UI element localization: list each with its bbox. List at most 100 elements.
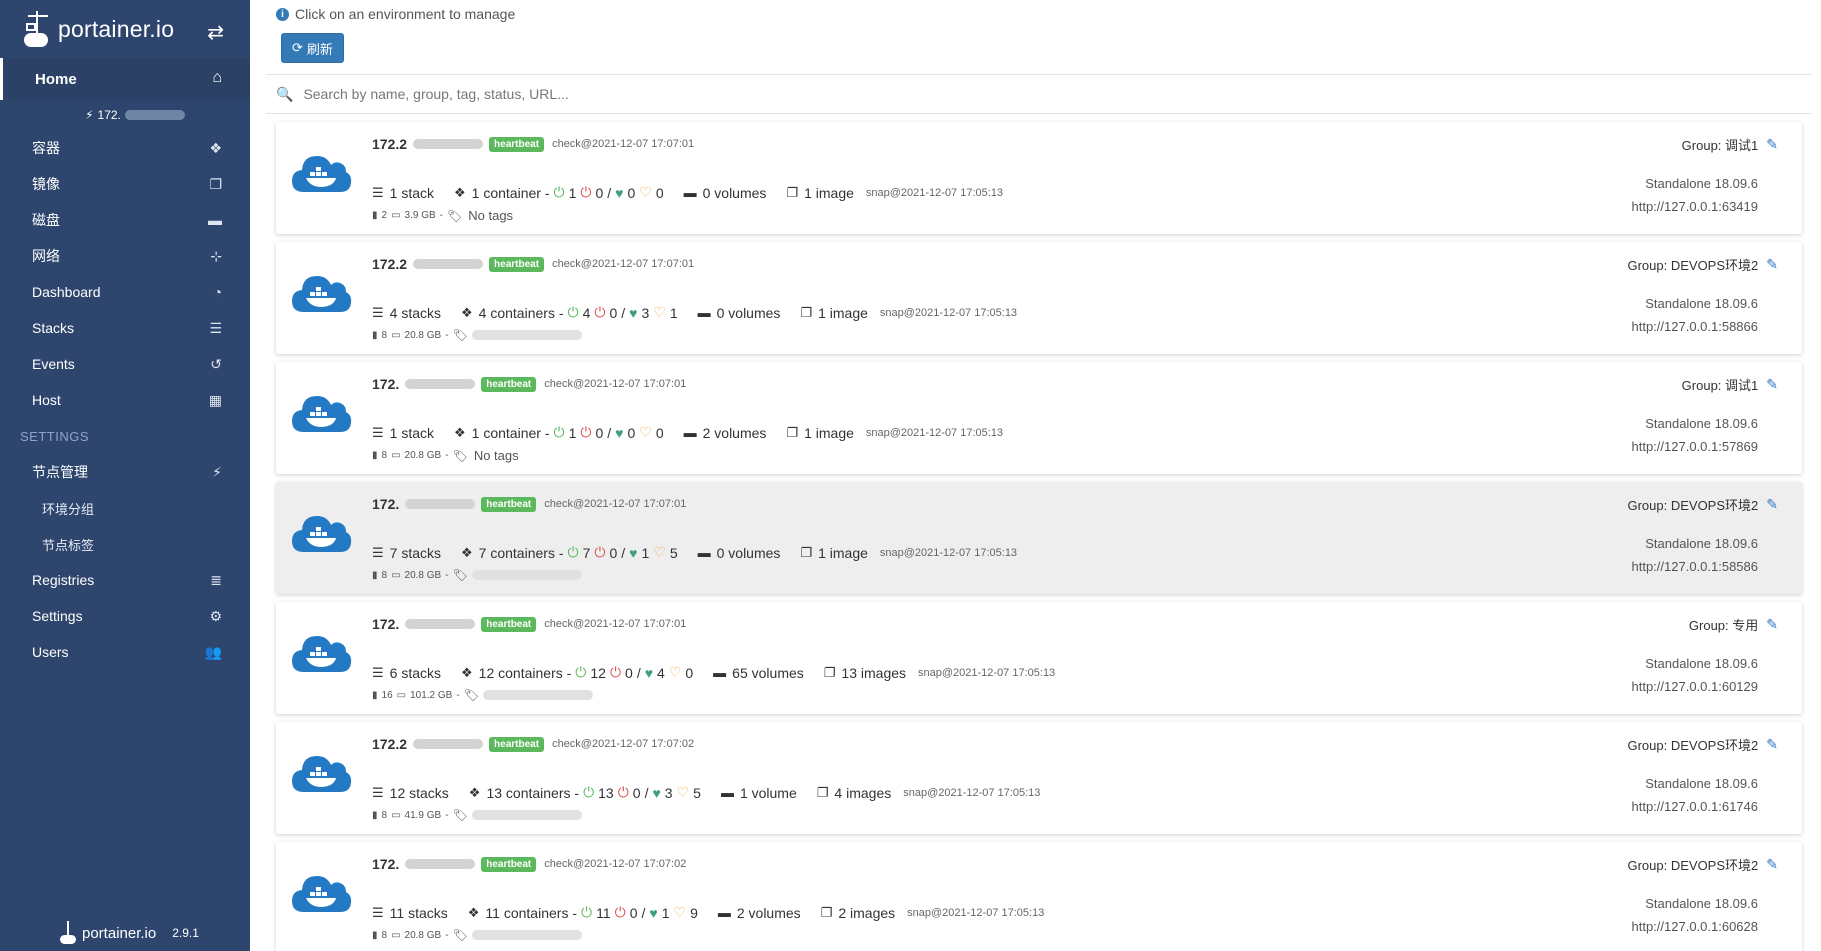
image-count: 4 images <box>834 784 892 801</box>
heartbeat-badge: heartbeat <box>489 256 545 272</box>
snapshot-time: snap@2021-12-07 17:05:13 <box>918 666 1056 679</box>
sidebar-item-stacks[interactable]: Stacks ☰ <box>0 310 250 346</box>
pencil-icon[interactable]: ✎ <box>1766 496 1778 513</box>
sidebar-item-label: Home <box>35 70 77 88</box>
memory-icon: ▭ <box>391 569 401 581</box>
sidebar-item-images[interactable]: 镜像 ❐ <box>0 166 250 202</box>
endpoint-card[interactable]: 172. heartbeat check@2021-12-07 17:07:01… <box>276 362 1802 474</box>
heart-unhealthy-icon: ♡ <box>673 904 687 920</box>
th-list-icon: ☰ <box>209 320 222 336</box>
running-count: 4 <box>582 304 591 321</box>
brand[interactable]: portainer.io ⇄ <box>0 0 250 58</box>
endpoint-card[interactable]: 172.2 heartbeat check@2021-12-07 17:07:0… <box>276 722 1802 834</box>
pencil-icon[interactable]: ✎ <box>1766 256 1778 273</box>
unhealthy-count: 1 <box>669 304 678 321</box>
endpoint-title: 172.2 heartbeat check@2021-12-07 17:07:0… <box>372 136 694 152</box>
endpoint-card[interactable]: 172. heartbeat check@2021-12-07 17:07:01… <box>276 602 1802 714</box>
cubes-icon: ❖ <box>468 784 481 800</box>
refresh-icon: ⟳ <box>292 40 303 55</box>
image-count: 2 images <box>838 904 896 921</box>
power-icon: ⏻ <box>553 184 565 200</box>
microchip-icon: ▮ <box>372 689 378 701</box>
endpoint-card[interactable]: 172.2 heartbeat check@2021-12-07 17:07:0… <box>276 242 1802 354</box>
redacted-text <box>413 139 484 149</box>
standalone-version: Standalone 18.09.6 <box>1645 536 1758 551</box>
endpoint-url: http://127.0.0.1:58866 <box>1631 319 1759 334</box>
heartbeat-badge: heartbeat <box>481 496 537 512</box>
endpoint-card[interactable]: 172. heartbeat check@2021-12-07 17:07:01… <box>276 482 1802 594</box>
endpoint-url: http://127.0.0.1:60129 <box>1631 679 1759 694</box>
endpoint-stats: ☰ 1 stack ❖ 1 container - ⏻ 1 ⏻ 0 / ♥ 0 … <box>372 184 1003 201</box>
search-input[interactable] <box>303 86 1704 102</box>
sidebar-item-label: Host <box>32 392 61 408</box>
container-count: 13 containers - <box>486 784 580 801</box>
snapshot-time: snap@2021-12-07 17:05:13 <box>879 546 1018 559</box>
tags-icon: 🏷 <box>452 448 468 463</box>
pencil-icon[interactable]: ✎ <box>1766 736 1778 753</box>
pencil-icon[interactable]: ✎ <box>1766 136 1778 153</box>
heartbeat-icon: ♥ <box>649 904 658 921</box>
clone-icon: ❐ <box>786 424 799 440</box>
container-count: 4 containers - <box>478 304 564 321</box>
microchip-icon: ▮ <box>372 450 378 461</box>
refresh-label: 刷新 <box>306 41 333 57</box>
sidebar-item-host[interactable]: Host ▦ <box>0 382 250 418</box>
power-off-icon: ⏻ <box>594 544 606 560</box>
microchip-icon: ▮ <box>372 569 378 581</box>
endpoint-name: 172. <box>372 856 400 872</box>
brand-name: portainer.io <box>58 15 175 42</box>
pencil-icon[interactable]: ✎ <box>1766 616 1778 633</box>
stopped-count: 0 <box>629 904 638 921</box>
sidebar-item-node-management[interactable]: 节点管理 ⚡ <box>0 454 250 490</box>
docker-cloud-icon <box>292 156 352 192</box>
endpoint-name: 172.2 <box>372 256 408 272</box>
endpoint-title: 172. heartbeat check@2021-12-07 17:07:01 <box>372 496 686 512</box>
heartbeat-icon: ♥ <box>615 424 624 441</box>
sidebar-item-node-tags[interactable]: 节点标签 <box>0 526 250 562</box>
th-list-icon: ☰ <box>372 904 384 920</box>
cubes-icon: ❖ <box>454 424 466 440</box>
hdd-icon: ▬ <box>683 185 697 200</box>
heartbeat-icon: ♥ <box>644 664 654 681</box>
separator: / <box>644 784 649 801</box>
pencil-icon[interactable]: ✎ <box>1766 376 1778 393</box>
endpoint-card[interactable]: 172.2 heartbeat check@2021-12-07 17:07:0… <box>276 122 1802 234</box>
endpoint-resources: ▮ 2 ▭ 3.9 GB - 🏷 No tags <box>372 208 513 223</box>
pencil-icon[interactable]: ✎ <box>1766 856 1778 873</box>
power-off-icon: ⏻ <box>594 304 606 320</box>
sidebar-item-settings[interactable]: Settings ⚙ <box>0 598 250 634</box>
sidebar-item-registries[interactable]: Registries ≣ <box>0 562 250 598</box>
sidebar-item-volumes[interactable]: 磁盘 ▬ <box>0 202 250 238</box>
search-icon: 🔍 <box>276 85 294 102</box>
endpoint-name: 172. <box>372 616 400 632</box>
hdd-icon: ▬ <box>683 425 697 440</box>
cpu-count: 8 <box>381 450 388 461</box>
sidebar-item-dashboard[interactable]: Dashboard ◔ <box>0 274 250 310</box>
sidebar-item-events[interactable]: Events ↺ <box>0 346 250 382</box>
memory-icon: ▭ <box>396 689 407 701</box>
sidebar-item-networks[interactable]: 网络 ⊹ <box>0 238 250 274</box>
hdd-icon: ▬ <box>717 905 731 920</box>
heartbeat-badge: heartbeat <box>489 136 545 152</box>
redacted-text <box>482 690 593 700</box>
redacted-text <box>471 330 582 340</box>
redacted-text <box>413 259 484 269</box>
healthy-count: 3 <box>641 304 650 321</box>
check-time: check@2021-12-07 17:07:01 <box>552 258 695 270</box>
sidebar-item-users[interactable]: Users 👥 <box>0 634 250 670</box>
cubes-icon: ❖ <box>461 304 473 320</box>
current-endpoint[interactable]: ⚡ 172. <box>0 100 250 130</box>
toggle-sidebar-icon[interactable]: ⇄ <box>207 20 224 45</box>
endpoint-card[interactable]: 172. heartbeat check@2021-12-07 17:07:02… <box>276 842 1802 951</box>
endpoint-meta: Group: DEVOPS环境2 ✎ Standalone 18.09.6 ht… <box>1627 856 1778 935</box>
sidebar-item-containers[interactable]: 容器 ❖ <box>0 130 250 166</box>
stopped-count: 0 <box>632 784 641 801</box>
volume-count: 0 volumes <box>716 544 781 561</box>
sidebar-item-environment-groups[interactable]: 环境分组 <box>0 490 250 526</box>
refresh-button[interactable]: ⟳ 刷新 <box>281 33 344 63</box>
sidebar-item-home[interactable]: Home ⌂ <box>0 58 250 100</box>
tags-icon: 🏷 <box>452 808 468 822</box>
healthy-count: 0 <box>627 424 636 441</box>
power-off-icon: ⏻ <box>614 904 626 920</box>
stopped-count: 0 <box>609 304 618 321</box>
